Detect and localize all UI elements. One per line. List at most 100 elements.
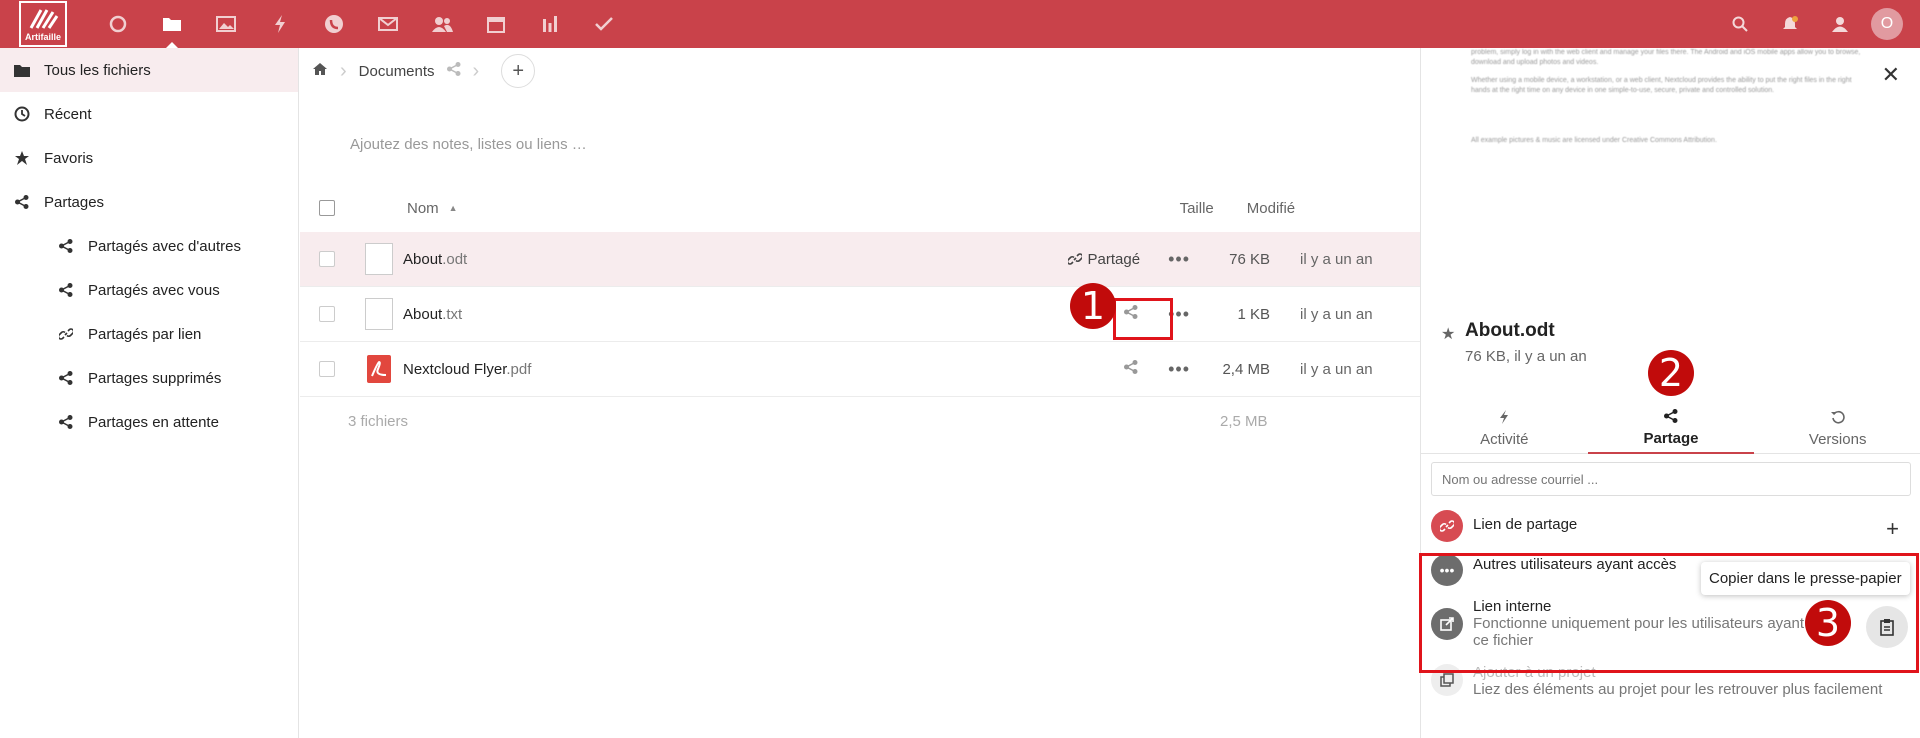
share-icon	[44, 239, 88, 253]
column-modified[interactable]: Modifié	[1247, 200, 1295, 217]
column-name[interactable]: Nom	[407, 200, 439, 217]
file-size: 2,4 MB	[1222, 360, 1270, 378]
breadcrumb-documents[interactable]: Documents	[359, 63, 435, 80]
sidebar-item-recent[interactable]: Récent	[0, 92, 298, 136]
file-subtitle: 76 KB, il y a un an	[1465, 348, 1587, 365]
calendar-icon[interactable]	[469, 0, 523, 48]
pdf-icon	[365, 353, 393, 385]
photos-icon[interactable]	[199, 0, 253, 48]
files-icon[interactable]	[145, 0, 199, 48]
file-list-header: Nom ▲ Taille Modifié	[300, 188, 1420, 228]
sidebar-tabs: Activité Partage Versions	[1421, 404, 1920, 454]
sidebar-item-shared-with-others[interactable]: Partagés avec d'autres	[0, 224, 298, 268]
column-size[interactable]: Taille	[1180, 200, 1214, 217]
sidebar-item-label: Partages supprimés	[88, 369, 222, 387]
link-icon	[1067, 253, 1082, 265]
row-checkbox[interactable]	[319, 306, 335, 322]
sort-up-icon: ▲	[448, 203, 458, 213]
navigation-sidebar: Tous les fichiers Récent Favoris Partage…	[0, 48, 299, 738]
add-share-link-icon[interactable]: +	[1886, 516, 1899, 542]
sidebar-item-deleted-shares[interactable]: Partages supprimés	[0, 356, 298, 400]
more-actions-icon[interactable]: •••	[1168, 249, 1190, 270]
sidebar-item-shares[interactable]: Partages	[0, 180, 298, 224]
file-name[interactable]: About.odt	[403, 251, 467, 268]
share-link-row[interactable]: Lien de partage +	[1431, 510, 1911, 542]
clock-icon	[0, 106, 44, 122]
sidebar-item-label: Partagés avec vous	[88, 281, 220, 299]
sidebar-item-label: Partages	[44, 193, 105, 211]
breadcrumb: › Documents › +	[300, 48, 1420, 94]
share-icon	[44, 415, 88, 429]
artifaille-logo[interactable]: Artifaille	[19, 1, 67, 47]
talk-icon[interactable]	[307, 0, 361, 48]
sidebar-item-shared-by-link[interactable]: Partagés par lien	[0, 312, 298, 356]
file-row[interactable]: About.txt ••• 1 KB il y a un an	[300, 287, 1420, 342]
text-thumbnail	[365, 298, 393, 330]
file-name[interactable]: About.txt	[403, 306, 462, 323]
tasks-icon[interactable]	[577, 0, 631, 48]
add-project-subtitle: Liez des éléments au projet pour les ret…	[1473, 681, 1883, 698]
logo-icon	[29, 9, 59, 29]
history-icon	[1830, 410, 1845, 427]
mail-icon[interactable]	[361, 0, 415, 48]
row-checkbox[interactable]	[319, 361, 335, 377]
contacts-icon[interactable]	[415, 0, 469, 48]
tab-sharing[interactable]: Partage	[1587, 404, 1755, 454]
file-modified: il y a un an	[1300, 360, 1373, 378]
share-link-label: Lien de partage	[1473, 516, 1578, 533]
activity-icon	[1499, 409, 1509, 427]
file-modified: il y a un an	[1300, 250, 1373, 268]
sidebar-item-favorites[interactable]: Favoris	[0, 136, 298, 180]
sidebar-item-all-files[interactable]: Tous les fichiers	[0, 48, 298, 92]
close-icon[interactable]: ✕	[1882, 62, 1900, 88]
file-row[interactable]: About.odt Partagé ••• 76 KB il y a un an	[300, 232, 1420, 287]
activity-icon[interactable]	[253, 0, 307, 48]
sidebar-item-label: Partagés par lien	[88, 325, 202, 343]
breadcrumb-separator: ›	[340, 59, 347, 82]
tab-activity[interactable]: Activité	[1421, 404, 1588, 454]
file-name[interactable]: Nextcloud Flyer.pdf	[403, 361, 531, 378]
dashboard-icon[interactable]	[91, 0, 145, 48]
document-thumbnail	[365, 243, 393, 275]
new-file-button[interactable]: +	[501, 54, 536, 88]
share-icon[interactable]	[1124, 360, 1138, 378]
annotation-marker-2: 2	[1648, 350, 1694, 396]
analytics-icon[interactable]	[523, 0, 577, 48]
link-icon	[1431, 510, 1463, 542]
sidebar-item-label: Favoris	[44, 149, 94, 167]
star-icon	[0, 150, 44, 166]
sidebar-item-pending-shares[interactable]: Partages en attente	[0, 400, 298, 444]
file-preview: problem, simply log in with the web clie…	[1471, 49, 1861, 144]
link-icon	[44, 327, 88, 341]
tab-versions[interactable]: Versions	[1754, 404, 1920, 454]
share-icon[interactable]	[446, 62, 461, 80]
share-search-input[interactable]	[1431, 462, 1911, 496]
total-size-summary: 2,5 MB	[1220, 413, 1268, 430]
home-icon[interactable]	[312, 62, 328, 80]
select-all-checkbox[interactable]	[319, 200, 335, 216]
sidebar-item-shared-with-you[interactable]: Partagés avec vous	[0, 268, 298, 312]
star-icon[interactable]: ★	[1441, 324, 1455, 344]
top-bar: Artifaille O	[0, 0, 1920, 48]
share-deleted-icon	[44, 371, 88, 385]
search-icon[interactable]	[1715, 0, 1765, 48]
share-icon	[1664, 409, 1678, 426]
share-icon	[0, 195, 44, 209]
shared-status[interactable]: Partagé	[1067, 251, 1140, 268]
contacts-menu-icon[interactable]	[1815, 0, 1865, 48]
rich-workspace-placeholder[interactable]: Ajoutez des notes, listes ou liens …	[350, 136, 587, 153]
file-modified: il y a un an	[1300, 305, 1373, 323]
sidebar-item-label: Tous les fichiers	[44, 61, 151, 79]
file-count-summary: 3 fichiers	[348, 413, 409, 430]
file-info-header: ★ About.odt 76 KB, il y a un an	[1441, 320, 1587, 365]
user-avatar[interactable]: O	[1871, 8, 1903, 40]
more-actions-icon[interactable]: •••	[1168, 359, 1190, 380]
logo-text: Artifaille	[24, 32, 61, 42]
row-checkbox[interactable]	[319, 251, 335, 267]
file-title: About.odt	[1465, 320, 1555, 341]
file-size: 1 KB	[1237, 305, 1270, 323]
file-row[interactable]: Nextcloud Flyer.pdf ••• 2,4 MB il y a un…	[300, 342, 1420, 397]
file-size: 76 KB	[1229, 250, 1270, 268]
notifications-icon[interactable]	[1765, 0, 1815, 48]
annotation-marker-1: 1	[1070, 283, 1116, 329]
